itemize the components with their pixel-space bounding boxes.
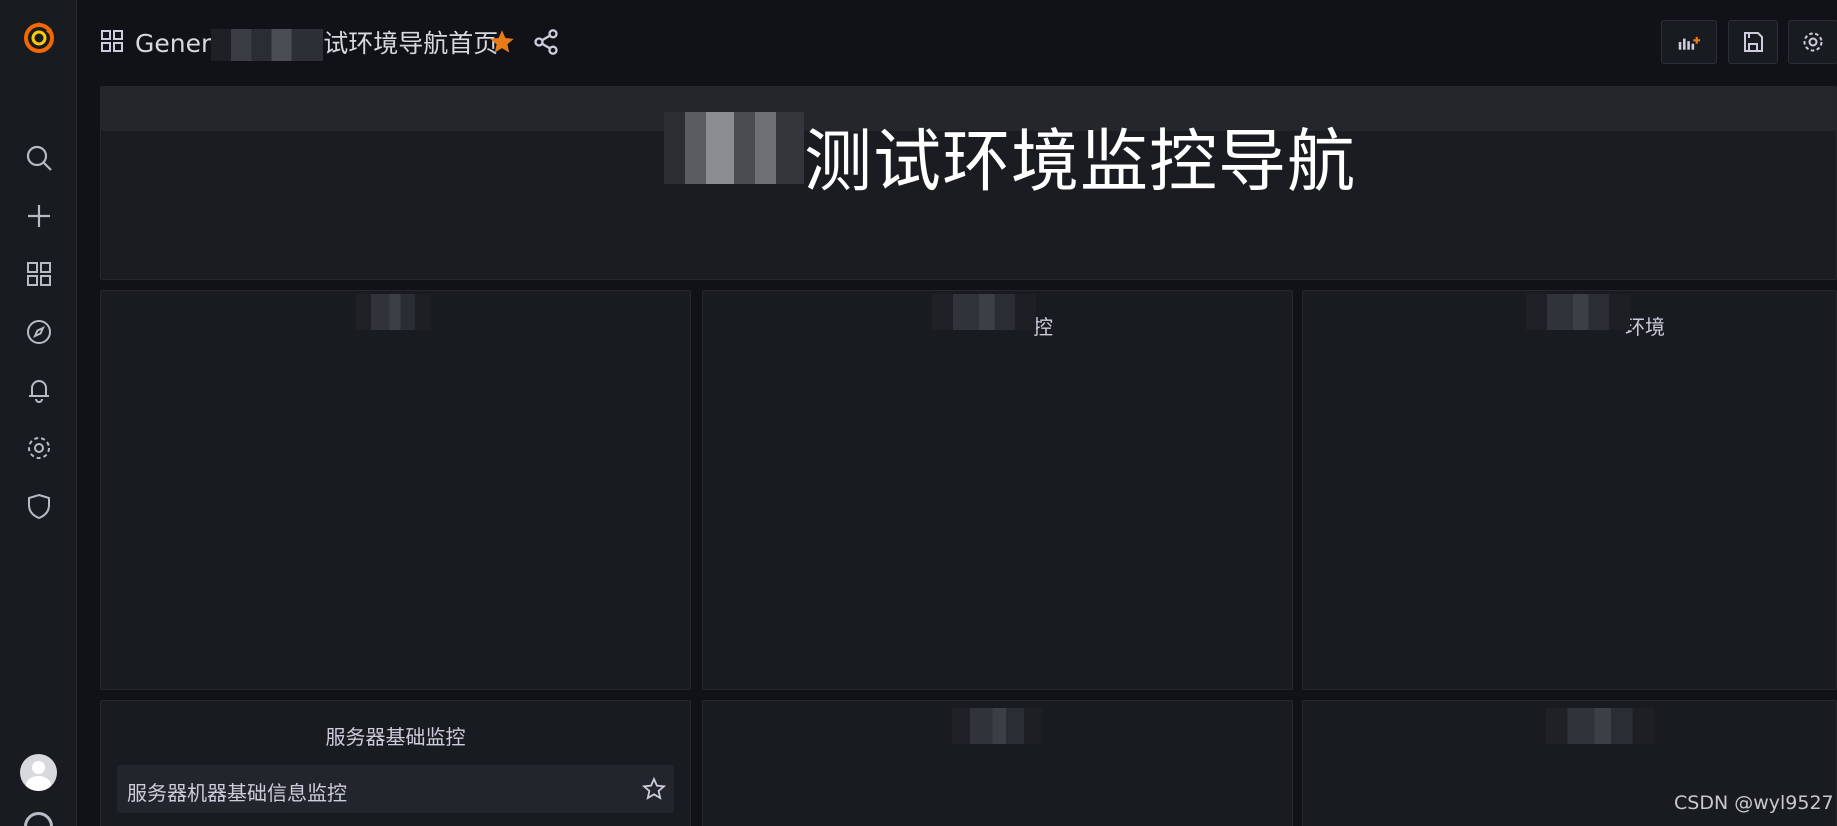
pixelated-redaction — [356, 294, 430, 330]
dashboards-icon[interactable] — [0, 254, 77, 294]
share-icon[interactable] — [532, 28, 560, 56]
dashboards-icon — [100, 29, 124, 53]
add-panel-button[interactable] — [1661, 20, 1717, 64]
plus-icon[interactable] — [0, 196, 77, 236]
search-icon[interactable] — [0, 138, 77, 178]
dashboard-navbar: Gener 试环境导航首页 — [78, 0, 1837, 84]
dashboard-link-item[interactable]: 服务器机器基础信息监控 — [117, 765, 674, 813]
nav-panel-2: 控 — [702, 290, 1293, 690]
pixelated-redaction — [664, 112, 804, 184]
nav-panel-1 — [100, 290, 691, 690]
pixelated-redaction — [1546, 708, 1654, 744]
title-folder[interactable]: Gener — [135, 29, 211, 58]
avatar[interactable] — [20, 754, 57, 791]
star-outline-icon[interactable] — [641, 776, 667, 801]
nav-panel-3: 环境 — [1302, 290, 1837, 690]
title-dashboard-name[interactable]: 试环境导航首页 — [323, 29, 498, 58]
nav-panel-4: 服务器基础监控 服务器机器基础信息监控 — [100, 700, 691, 826]
watermark-text: CSDN @wyl9527 — [1674, 792, 1834, 814]
gear-icon[interactable] — [0, 428, 77, 468]
pixelated-redaction — [932, 294, 1036, 330]
pixelated-redaction — [211, 29, 324, 61]
panel-title[interactable]: 服务器基础监控 — [101, 721, 690, 750]
gear-icon[interactable] — [1788, 20, 1837, 64]
save-icon[interactable] — [1728, 20, 1778, 64]
grafana-logo-icon[interactable] — [0, 14, 77, 60]
dashboard-title[interactable]: Gener 试环境导航首页 — [135, 24, 498, 61]
pixelated-redaction — [952, 708, 1042, 744]
explore-icon[interactable] — [0, 312, 77, 352]
dashboard-link-label[interactable]: 服务器机器基础信息监控 — [127, 777, 347, 806]
star-icon[interactable] — [488, 28, 516, 56]
alerting-icon[interactable] — [0, 370, 77, 410]
banner-title: 测试环境监控导航 — [804, 123, 1357, 202]
panel-title[interactable]: 控 — [1033, 311, 1292, 340]
shield-icon[interactable] — [0, 486, 77, 526]
help-icon[interactable] — [24, 812, 53, 826]
panel-title[interactable]: 环境 — [1625, 311, 1836, 340]
sidebar — [0, 0, 77, 826]
pixelated-redaction — [1526, 294, 1630, 330]
